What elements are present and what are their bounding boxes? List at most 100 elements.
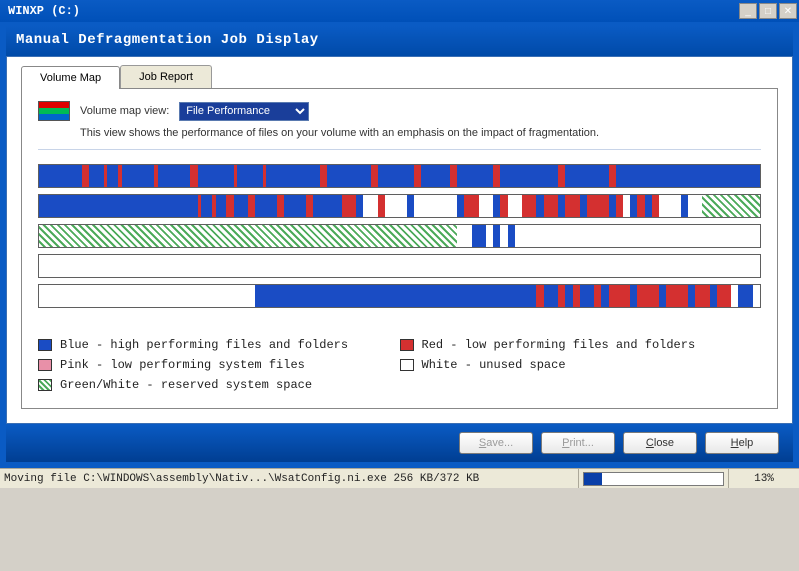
seg-blue bbox=[565, 165, 608, 187]
volume-map-icon bbox=[38, 101, 70, 121]
legend-swatch-blue bbox=[38, 339, 52, 351]
volume-map-view-select[interactable]: File Performance bbox=[179, 102, 309, 121]
close-window-button[interactable]: ✕ bbox=[779, 3, 797, 19]
print-button[interactable]: Print... bbox=[541, 432, 615, 454]
seg-white bbox=[414, 195, 457, 217]
seg-blue bbox=[234, 195, 248, 217]
seg-red bbox=[666, 285, 688, 307]
view-row: Volume map view: File Performance bbox=[38, 101, 761, 121]
seg-white bbox=[385, 195, 407, 217]
seg-blue bbox=[198, 165, 234, 187]
maximize-button[interactable]: □ bbox=[759, 3, 777, 19]
volume-map bbox=[38, 164, 761, 308]
app-body: Manual Defragmentation Job Display Volum… bbox=[0, 22, 799, 468]
seg-blue bbox=[201, 195, 212, 217]
seg-red bbox=[565, 195, 579, 217]
seg-red bbox=[558, 165, 565, 187]
seg-red bbox=[190, 165, 197, 187]
seg-red bbox=[609, 285, 631, 307]
seg-red bbox=[652, 195, 659, 217]
seg-red bbox=[500, 195, 507, 217]
seg-white bbox=[508, 195, 522, 217]
close-button[interactable]: Close bbox=[623, 432, 697, 454]
seg-white bbox=[39, 255, 760, 277]
seg-blue bbox=[255, 285, 536, 307]
save-button[interactable]: Save... bbox=[459, 432, 533, 454]
seg-red bbox=[226, 195, 233, 217]
map-row bbox=[38, 284, 761, 308]
map-row bbox=[38, 164, 761, 188]
seg-red bbox=[277, 195, 284, 217]
seg-blue bbox=[107, 165, 118, 187]
seg-red bbox=[637, 195, 644, 217]
help-button[interactable]: Help bbox=[705, 432, 779, 454]
seg-red bbox=[493, 165, 500, 187]
seg-white bbox=[515, 225, 760, 247]
seg-blue bbox=[500, 165, 558, 187]
seg-blue bbox=[39, 165, 82, 187]
seg-blue bbox=[681, 195, 688, 217]
seg-red bbox=[248, 195, 255, 217]
seg-blue bbox=[284, 195, 306, 217]
status-progress bbox=[579, 469, 729, 488]
seg-red bbox=[320, 165, 327, 187]
seg-red bbox=[414, 165, 421, 187]
progress-fill bbox=[584, 473, 602, 485]
seg-red bbox=[450, 165, 457, 187]
seg-blue bbox=[630, 285, 637, 307]
seg-blue bbox=[616, 165, 760, 187]
tab-volume-map[interactable]: Volume Map bbox=[21, 66, 120, 89]
seg-blue bbox=[738, 285, 752, 307]
seg-blue bbox=[601, 285, 608, 307]
progress-track bbox=[583, 472, 724, 486]
legend-text: White - unused space bbox=[422, 358, 566, 372]
seg-blue bbox=[710, 285, 717, 307]
minimize-button[interactable]: _ bbox=[739, 3, 757, 19]
seg-blue bbox=[89, 165, 103, 187]
tab-strip: Volume Map Job Report bbox=[7, 57, 792, 88]
seg-blue bbox=[688, 285, 695, 307]
seg-red bbox=[544, 195, 558, 217]
seg-blue bbox=[609, 195, 616, 217]
seg-blue bbox=[39, 195, 198, 217]
seg-blue bbox=[580, 195, 587, 217]
seg-blue bbox=[356, 195, 363, 217]
window-title: WINXP (C:) bbox=[2, 4, 739, 18]
seg-red bbox=[587, 195, 609, 217]
status-percent: 13% bbox=[729, 469, 799, 488]
seg-red bbox=[695, 285, 709, 307]
legend-swatch-red bbox=[400, 339, 414, 351]
legend-text: Pink - low performing system files bbox=[60, 358, 305, 372]
tab-job-report[interactable]: Job Report bbox=[120, 65, 212, 88]
seg-green bbox=[39, 225, 457, 247]
titlebar: WINXP (C:) _ □ ✕ bbox=[0, 0, 799, 22]
seg-red bbox=[609, 165, 616, 187]
button-bar: Save... Print... Close Help bbox=[6, 424, 793, 462]
seg-red bbox=[371, 165, 378, 187]
seg-blue bbox=[457, 165, 493, 187]
seg-white bbox=[688, 195, 702, 217]
legend-swatch-pink bbox=[38, 359, 52, 371]
legend-swatch-green bbox=[38, 379, 52, 391]
statusbar: Moving file C:\WINDOWS\assembly\Nativ...… bbox=[0, 468, 799, 488]
legend-item: Red - low performing files and folders bbox=[400, 338, 762, 352]
seg-red bbox=[637, 285, 659, 307]
seg-white bbox=[500, 225, 507, 247]
map-row bbox=[38, 224, 761, 248]
seg-red bbox=[717, 285, 731, 307]
seg-blue bbox=[407, 195, 414, 217]
legend-col-1: Blue - high performing files and folders… bbox=[38, 338, 400, 392]
legend: Blue - high performing files and folders… bbox=[38, 338, 761, 392]
seg-white bbox=[731, 285, 738, 307]
seg-green bbox=[702, 195, 760, 217]
view-label: Volume map view: bbox=[80, 105, 169, 117]
seg-white bbox=[659, 195, 681, 217]
seg-blue bbox=[122, 165, 154, 187]
seg-blue bbox=[421, 165, 450, 187]
seg-red bbox=[522, 195, 536, 217]
seg-red bbox=[342, 195, 356, 217]
legend-item: Blue - high performing files and folders bbox=[38, 338, 400, 352]
seg-blue bbox=[580, 285, 594, 307]
seg-white bbox=[479, 195, 493, 217]
seg-blue bbox=[565, 285, 572, 307]
